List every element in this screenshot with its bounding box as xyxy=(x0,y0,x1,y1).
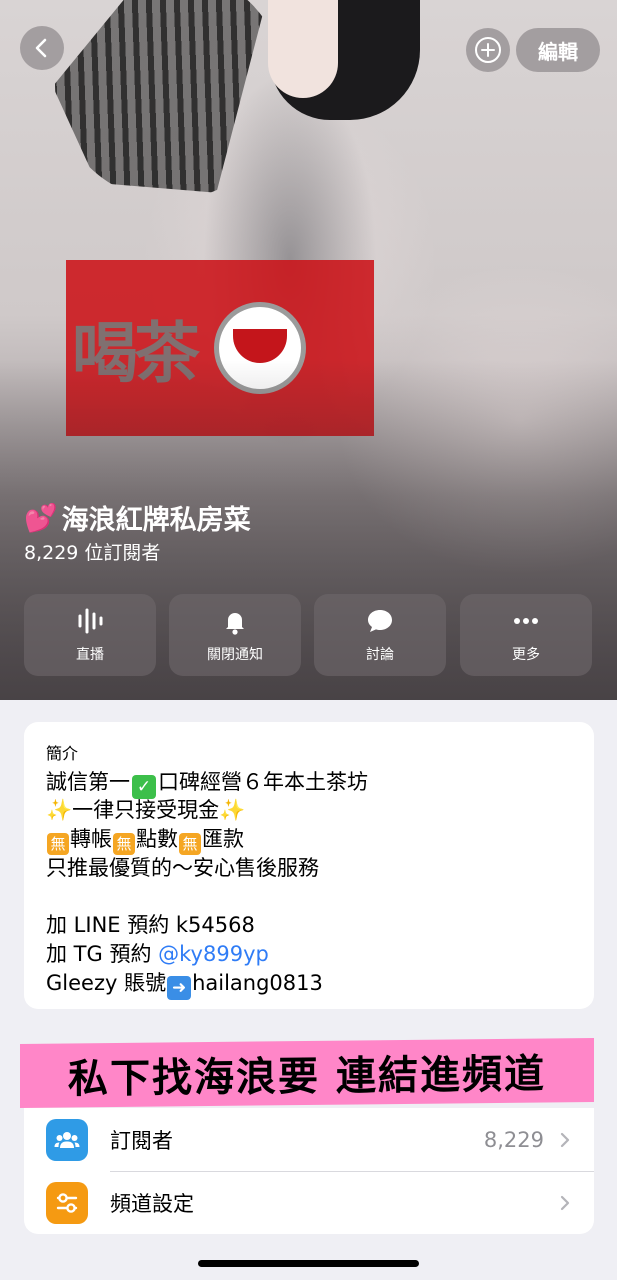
add-button[interactable] xyxy=(466,28,510,72)
people-icon xyxy=(46,1118,88,1161)
description-text: Gleezy 賬號 xyxy=(46,971,167,995)
mute-notifications-label: 關閉通知 xyxy=(207,647,263,663)
channel-title: 💕 海浪紅牌私房菜 xyxy=(24,498,251,537)
discussion-label: 討論 xyxy=(366,647,394,663)
subscribers-label: 訂閱者 xyxy=(110,1128,173,1153)
promo-banner-text: 私下找海浪要 連結進頻道 xyxy=(68,1050,546,1103)
home-indicator[interactable] xyxy=(198,1260,419,1267)
description-line-2: ✨一律只接受現金✨ xyxy=(46,794,586,824)
settings-sliders-icon xyxy=(46,1181,88,1224)
about-card: 簡介 誠信第一 ✓ 口碑經營６年本土茶坊 ✨一律只接受現金✨ 無轉帳無點數無匯款 只… xyxy=(24,722,594,1009)
live-waveform-icon xyxy=(78,608,103,634)
mute-notifications-button[interactable]: 關閉通知 xyxy=(169,594,301,676)
description-text: 口碑經營６年本土茶坊 xyxy=(158,770,368,794)
bell-icon xyxy=(226,613,244,635)
chevron-left-icon xyxy=(35,38,47,58)
description-text: 點數 xyxy=(136,827,178,851)
chat-bubble-icon xyxy=(368,610,392,632)
live-label: 直播 xyxy=(76,647,104,663)
right-arrow-icon: ➜ xyxy=(167,976,192,1000)
description-line-4: 只推最優質的～安心售後服務 xyxy=(46,856,319,880)
description-line-5: 加 LINE 預約 k54568 xyxy=(46,913,255,937)
description-text: 誠信第一 xyxy=(46,770,130,794)
description-line-6: 加 TG 預約 @ky899yp xyxy=(46,938,586,968)
edit-button[interactable]: 編輯 xyxy=(516,28,600,72)
about-label: 簡介 xyxy=(46,744,79,763)
sparkles-icon: ✨ xyxy=(46,798,73,822)
channel-settings-list: 訂閱者 8,229 頻道設定 xyxy=(24,1108,594,1234)
cover-face xyxy=(268,0,338,98)
more-dots-icon xyxy=(514,618,538,624)
description-text: 一律只接受現金 xyxy=(72,798,220,822)
chevron-right-icon xyxy=(560,1195,570,1210)
description-line-3: 無轉帳無點數無匯款 xyxy=(46,823,586,855)
discussion-button[interactable]: 討論 xyxy=(314,594,446,676)
description-text: 匯款 xyxy=(202,827,244,851)
description-text: 轉帳 xyxy=(70,827,112,851)
list-item-channel-settings[interactable]: 頻道設定 xyxy=(24,1171,594,1234)
subscribers-value: 8,229 xyxy=(483,1127,544,1152)
hearts-emoji-icon: 💕 xyxy=(24,502,58,534)
more-button[interactable]: 更多 xyxy=(460,594,592,676)
list-item-subscribers[interactable]: 訂閱者 8,229 xyxy=(24,1108,594,1172)
description-text: hailang0813 xyxy=(192,971,323,995)
back-button[interactable] xyxy=(20,26,64,70)
promo-banner: 私下找海浪要 連結進頻道 xyxy=(20,1037,594,1109)
description-text: 加 TG 預約 xyxy=(46,942,159,966)
subscriber-count: 8,229 位訂閱者 xyxy=(24,542,161,564)
channel-settings-label: 頻道設定 xyxy=(110,1191,194,1216)
telegram-handle-link[interactable]: @ky899yp xyxy=(158,942,269,966)
description-line-7: Gleezy 賬號 ➜ hailang0813 xyxy=(46,967,586,1000)
sparkles-icon: ✨ xyxy=(219,798,246,822)
live-button[interactable]: 直播 xyxy=(24,594,156,676)
plus-circle-icon xyxy=(475,37,501,63)
more-label: 更多 xyxy=(512,647,540,663)
chevron-right-icon xyxy=(560,1132,570,1147)
channel-name: 海浪紅牌私房菜 xyxy=(61,505,251,536)
